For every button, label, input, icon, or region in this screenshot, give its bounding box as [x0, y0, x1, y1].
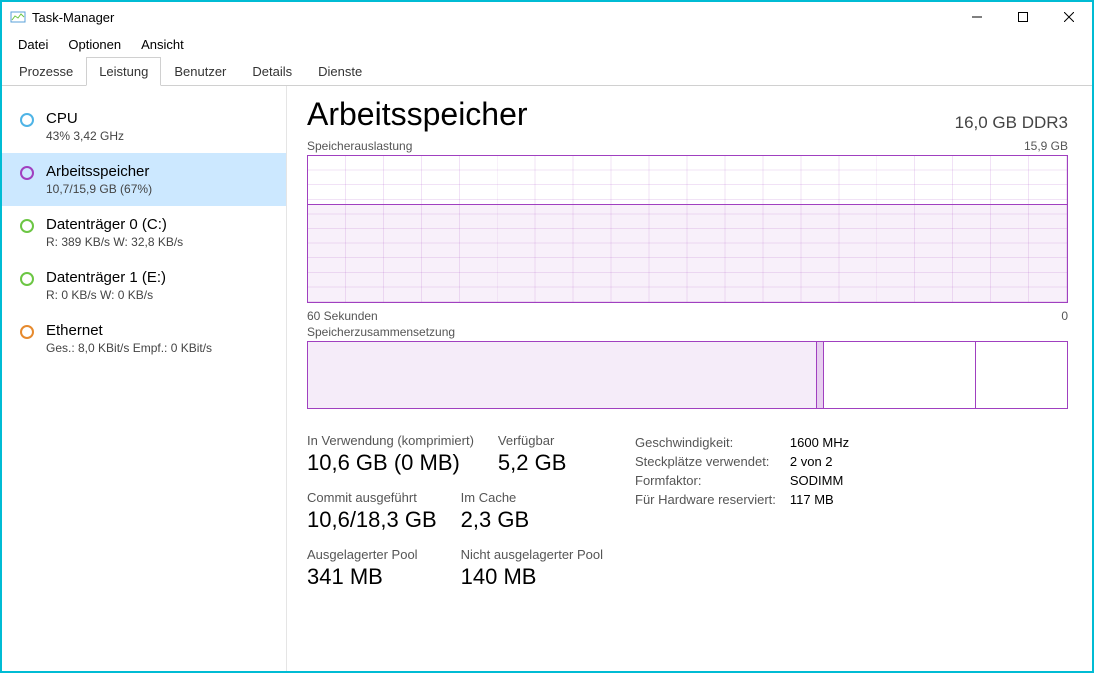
composition-label: Speicherzusammensetzung [307, 325, 455, 339]
tabstrip: Prozesse Leistung Benutzer Details Diens… [2, 56, 1092, 86]
sidebar-item-disk-e[interactable]: Datenträger 1 (E:) R: 0 KB/s W: 0 KB/s [2, 259, 286, 312]
stat-nonpaged-label: Nicht ausgelagerter Pool [461, 547, 603, 562]
close-icon [1064, 12, 1074, 22]
stat-inuse-label: In Verwendung (komprimiert) [307, 433, 474, 448]
detail-total: 16,0 GB DDR3 [955, 113, 1068, 133]
tab-performance[interactable]: Leistung [86, 57, 161, 86]
tab-processes[interactable]: Prozesse [6, 57, 86, 86]
sidebar-item-label: CPU [46, 110, 124, 127]
stat-inuse-value: 10,6 GB (0 MB) [307, 450, 474, 476]
composition-graph[interactable] [307, 341, 1068, 409]
task-manager-window: { "titlebar": { "title": "Task-Manager" … [2, 2, 1092, 671]
menubar: Datei Optionen Ansicht [2, 32, 1092, 56]
disk-indicator-icon [20, 272, 34, 286]
usage-graph[interactable] [307, 155, 1068, 303]
menu-file[interactable]: Datei [10, 35, 56, 54]
spec-reserved-value: 117 MB [790, 490, 863, 509]
composition-segment-inuse [308, 342, 817, 408]
body: CPU 43% 3,42 GHz Arbeitsspeicher 10,7/15… [2, 86, 1092, 671]
stat-nonpaged-value: 140 MB [461, 564, 603, 590]
sidebar-item-sub: R: 0 KB/s W: 0 KB/s [46, 288, 166, 302]
stat-cached-label: Im Cache [461, 490, 603, 505]
usage-graph-time-zero: 0 [1061, 309, 1068, 323]
spec-form-value: SODIMM [790, 471, 863, 490]
cpu-indicator-icon [20, 113, 34, 127]
composition-segment-free [976, 342, 1067, 408]
stat-commit-value: 10,6/18,3 GB [307, 507, 437, 533]
close-button[interactable] [1046, 2, 1092, 32]
stat-cached-value: 2,3 GB [461, 507, 603, 533]
tab-users[interactable]: Benutzer [161, 57, 239, 86]
sidebar-item-sub: 43% 3,42 GHz [46, 129, 124, 143]
window-title: Task-Manager [32, 10, 954, 25]
stats-section: In Verwendung (komprimiert) 10,6 GB (0 M… [307, 433, 1068, 590]
window-controls [954, 2, 1092, 32]
stat-paged-label: Ausgelagerter Pool [307, 547, 437, 562]
stat-avail-value: 5,2 GB [498, 450, 566, 476]
menu-view[interactable]: Ansicht [133, 35, 192, 54]
specs-table: Geschwindigkeit:1600 MHz Steckplätze ver… [635, 433, 863, 590]
usage-graph-label: Speicherauslastung [307, 139, 412, 153]
stat-paged-value: 341 MB [307, 564, 437, 590]
spec-slots-value: 2 von 2 [790, 452, 863, 471]
spec-speed-label: Geschwindigkeit: [635, 433, 790, 452]
stat-avail-label: Verfügbar [498, 433, 566, 448]
sidebar-item-sub: Ges.: 8,0 KBit/s Empf.: 0 KBit/s [46, 341, 212, 355]
sidebar-item-label: Datenträger 1 (E:) [46, 269, 166, 286]
minimize-button[interactable] [954, 2, 1000, 32]
sidebar-item-label: Arbeitsspeicher [46, 163, 152, 180]
detail-title: Arbeitsspeicher [307, 96, 528, 133]
minimize-icon [972, 12, 982, 22]
sidebar-item-memory[interactable]: Arbeitsspeicher 10,7/15,9 GB (67%) [2, 153, 286, 206]
spec-reserved-label: Für Hardware reserviert: [635, 490, 790, 509]
menu-options[interactable]: Optionen [60, 35, 129, 54]
network-indicator-icon [20, 325, 34, 339]
sidebar-item-disk-c[interactable]: Datenträger 0 (C:) R: 389 KB/s W: 32,8 K… [2, 206, 286, 259]
composition-segment-standby [824, 342, 976, 408]
usage-graph-max: 15,9 GB [1024, 139, 1068, 153]
memory-indicator-icon [20, 166, 34, 180]
tab-services[interactable]: Dienste [305, 57, 375, 86]
sidebar-item-label: Datenträger 0 (C:) [46, 216, 183, 233]
usage-graph-fill [308, 204, 1067, 302]
sidebar-item-label: Ethernet [46, 322, 212, 339]
maximize-button[interactable] [1000, 2, 1046, 32]
spec-speed-value: 1600 MHz [790, 433, 863, 452]
sidebar-item-sub: 10,7/15,9 GB (67%) [46, 182, 152, 196]
tab-details[interactable]: Details [239, 57, 305, 86]
titlebar: Task-Manager [2, 2, 1092, 32]
stat-commit-label: Commit ausgeführt [307, 490, 437, 505]
disk-indicator-icon [20, 219, 34, 233]
sidebar: CPU 43% 3,42 GHz Arbeitsspeicher 10,7/15… [2, 86, 287, 671]
usage-graph-time-label: 60 Sekunden [307, 309, 378, 323]
detail-pane: Arbeitsspeicher 16,0 GB DDR3 Speicheraus… [287, 86, 1092, 671]
sidebar-item-cpu[interactable]: CPU 43% 3,42 GHz [2, 100, 286, 153]
composition-segment-modified [817, 342, 825, 408]
sidebar-item-sub: R: 389 KB/s W: 32,8 KB/s [46, 235, 183, 249]
maximize-icon [1018, 12, 1028, 22]
spec-form-label: Formfaktor: [635, 471, 790, 490]
app-icon [10, 9, 26, 25]
sidebar-item-ethernet[interactable]: Ethernet Ges.: 8,0 KBit/s Empf.: 0 KBit/… [2, 312, 286, 365]
spec-slots-label: Steckplätze verwendet: [635, 452, 790, 471]
